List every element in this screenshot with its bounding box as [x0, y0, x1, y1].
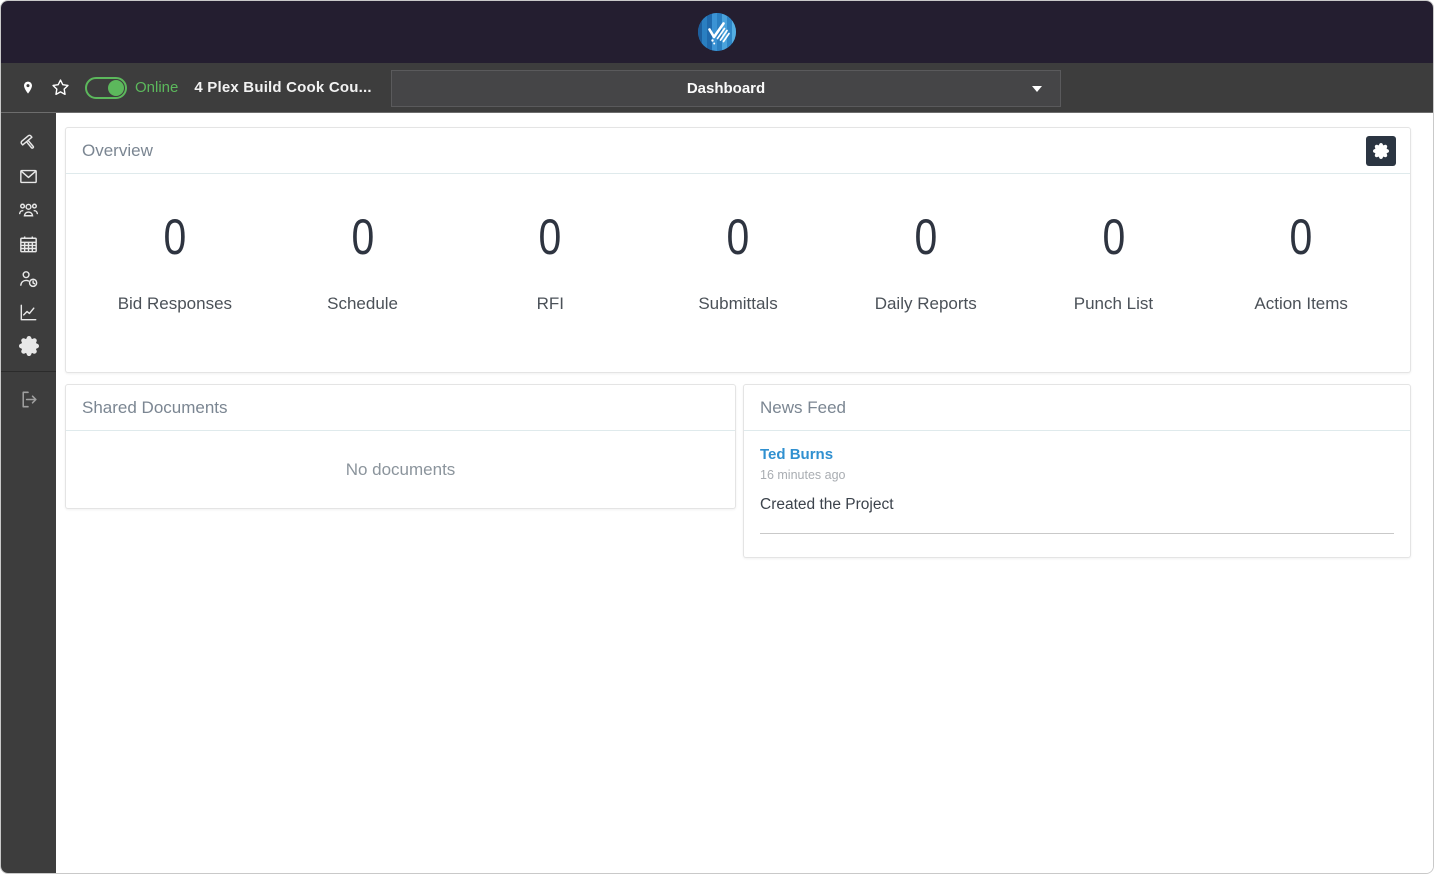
- sidebar-item-reports[interactable]: [12, 295, 46, 329]
- no-documents-message: No documents: [345, 459, 456, 479]
- sidebar-item-calendar[interactable]: [12, 227, 46, 261]
- feed-item-timestamp: 16 minutes ago: [760, 468, 846, 482]
- shared-documents-header: Shared Documents: [66, 385, 735, 431]
- sidebar: [1, 113, 56, 873]
- counter-label: Punch List: [1073, 294, 1154, 313]
- overview-settings-button[interactable]: [1366, 136, 1396, 166]
- counter-label: Daily Reports: [874, 294, 977, 313]
- sidebar-item-projects[interactable]: [12, 125, 46, 159]
- person-clock-icon: [20, 270, 38, 287]
- project-bar: Online 4 Plex Build Cook Cou... Dashboar…: [1, 63, 1433, 113]
- overview-counters: 0 Bid Responses 0 Schedule 0 RFI 0 Submi…: [66, 174, 1410, 314]
- news-feed-body: Ted Burns 16 minutes ago Created the Pro…: [744, 431, 1410, 534]
- counter-daily-reports[interactable]: 0 Daily Reports: [832, 174, 1020, 314]
- counter-value: 0: [1289, 209, 1313, 265]
- counter-action-items[interactable]: 0 Action Items: [1207, 174, 1395, 314]
- hammer-icon: [20, 134, 35, 149]
- shared-documents-card: Shared Documents No documents: [65, 384, 736, 509]
- feed-item-text: Created the Project: [760, 496, 894, 513]
- counter-label: RFI: [536, 294, 564, 313]
- counter-value: 0: [351, 209, 374, 265]
- counter-schedule[interactable]: 0 Schedule: [269, 174, 457, 314]
- calendar-icon: [20, 235, 37, 252]
- counter-punch-list[interactable]: 0 Punch List: [1020, 174, 1208, 314]
- counter-label: Schedule: [327, 294, 399, 313]
- counter-label: Action Items: [1254, 294, 1348, 313]
- gear-icon: [1373, 143, 1389, 159]
- feed-item-divider: [760, 533, 1394, 534]
- topbar: [1, 1, 1433, 63]
- sidebar-item-logout[interactable]: [12, 382, 46, 416]
- chevron-down-icon: [1032, 86, 1042, 92]
- news-feed-header: News Feed: [744, 385, 1410, 431]
- counter-value: 0: [1102, 209, 1125, 265]
- shared-documents-title: Shared Documents: [82, 397, 228, 417]
- feed-item-author-link[interactable]: Ted Burns: [760, 446, 833, 463]
- sidebar-item-settings[interactable]: [12, 329, 46, 363]
- counter-value: 0: [163, 209, 187, 265]
- overview-card: Overview 0 Bid Responses 0 Schedule 0 RF…: [65, 127, 1411, 373]
- main-content: Overview 0 Bid Responses 0 Schedule 0 RF…: [56, 113, 1433, 873]
- project-name: 4 Plex Build Cook Cou...: [194, 79, 372, 96]
- sidebar-item-time-clock[interactable]: [12, 261, 46, 295]
- location-pin-icon[interactable]: [17, 77, 39, 99]
- view-selector-value: Dashboard: [686, 80, 766, 97]
- chart-icon: [20, 304, 37, 320]
- overview-title: Overview: [82, 140, 153, 160]
- sidebar-item-contacts[interactable]: [12, 193, 46, 227]
- counter-label: Submittals: [698, 294, 778, 313]
- online-toggle[interactable]: [85, 76, 127, 99]
- app-window: Online 4 Plex Build Cook Cou... Dashboar…: [0, 0, 1434, 874]
- counter-label: Bid Responses: [117, 294, 233, 313]
- news-feed-card: News Feed Ted Burns 16 minutes ago Creat…: [743, 384, 1411, 558]
- counter-value: 0: [538, 209, 562, 265]
- sidebar-divider: [1, 371, 56, 372]
- logout-icon: [22, 391, 37, 407]
- view-selector-dropdown[interactable]: Dashboard: [391, 70, 1061, 107]
- counter-bid-responses[interactable]: 0 Bid Responses: [81, 174, 269, 314]
- toggle-knob: [108, 79, 124, 96]
- counter-value: 0: [914, 209, 938, 265]
- online-status-label: Online: [135, 79, 179, 96]
- overview-card-header: Overview: [66, 128, 1410, 174]
- gear-icon: [18, 336, 39, 356]
- people-icon: [18, 203, 39, 216]
- app-logo-icon[interactable]: [697, 12, 737, 52]
- sidebar-item-messages[interactable]: [12, 159, 46, 193]
- counter-rfi[interactable]: 0 RFI: [456, 174, 644, 314]
- news-feed-title: News Feed: [760, 397, 846, 417]
- counter-submittals[interactable]: 0 Submittals: [644, 174, 832, 314]
- envelope-icon: [20, 169, 37, 183]
- counter-value: 0: [726, 209, 750, 265]
- shared-documents-body: No documents: [66, 431, 735, 508]
- star-favorite-icon[interactable]: [49, 77, 71, 99]
